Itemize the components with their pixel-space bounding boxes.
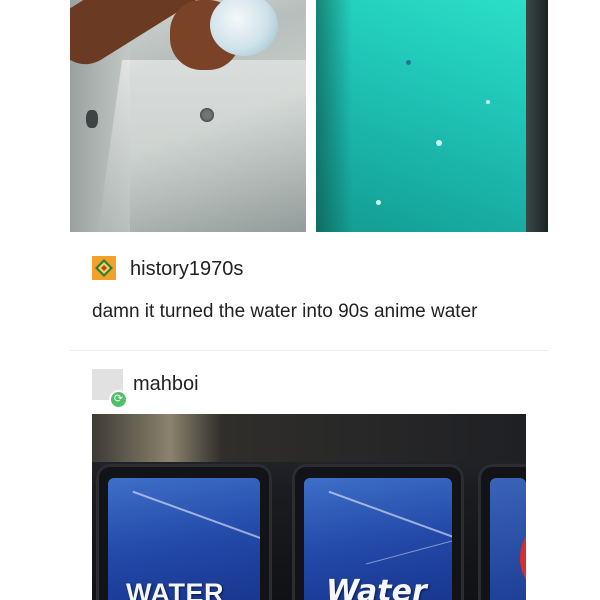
vending-button-partial bbox=[478, 464, 526, 600]
vending-button-water-2: Water bbox=[292, 464, 464, 600]
photo-turquoise-water bbox=[316, 0, 548, 232]
username-mahboi[interactable]: mahboi bbox=[133, 373, 199, 396]
drain-icon bbox=[86, 110, 98, 128]
photo-bath-bomb-clear-water bbox=[70, 0, 306, 232]
vending-button-water-1: WATER bbox=[96, 464, 272, 600]
bath-bomb bbox=[210, 0, 278, 56]
username-history1970s[interactable]: history1970s bbox=[130, 258, 243, 281]
avatar-history1970s[interactable] bbox=[92, 256, 116, 280]
divider bbox=[70, 350, 548, 351]
photo-vending-machine-buttons: WATER Water bbox=[92, 414, 526, 600]
reblog-icon: ⟳ bbox=[109, 390, 128, 409]
avatar-icon bbox=[92, 256, 116, 280]
post-caption: damn it turned the water into 90s anime … bbox=[92, 301, 478, 322]
vending-label-water-1: WATER bbox=[126, 578, 224, 600]
vending-label-water-2: Water bbox=[326, 574, 427, 600]
pepsi-logo-icon bbox=[520, 528, 526, 588]
